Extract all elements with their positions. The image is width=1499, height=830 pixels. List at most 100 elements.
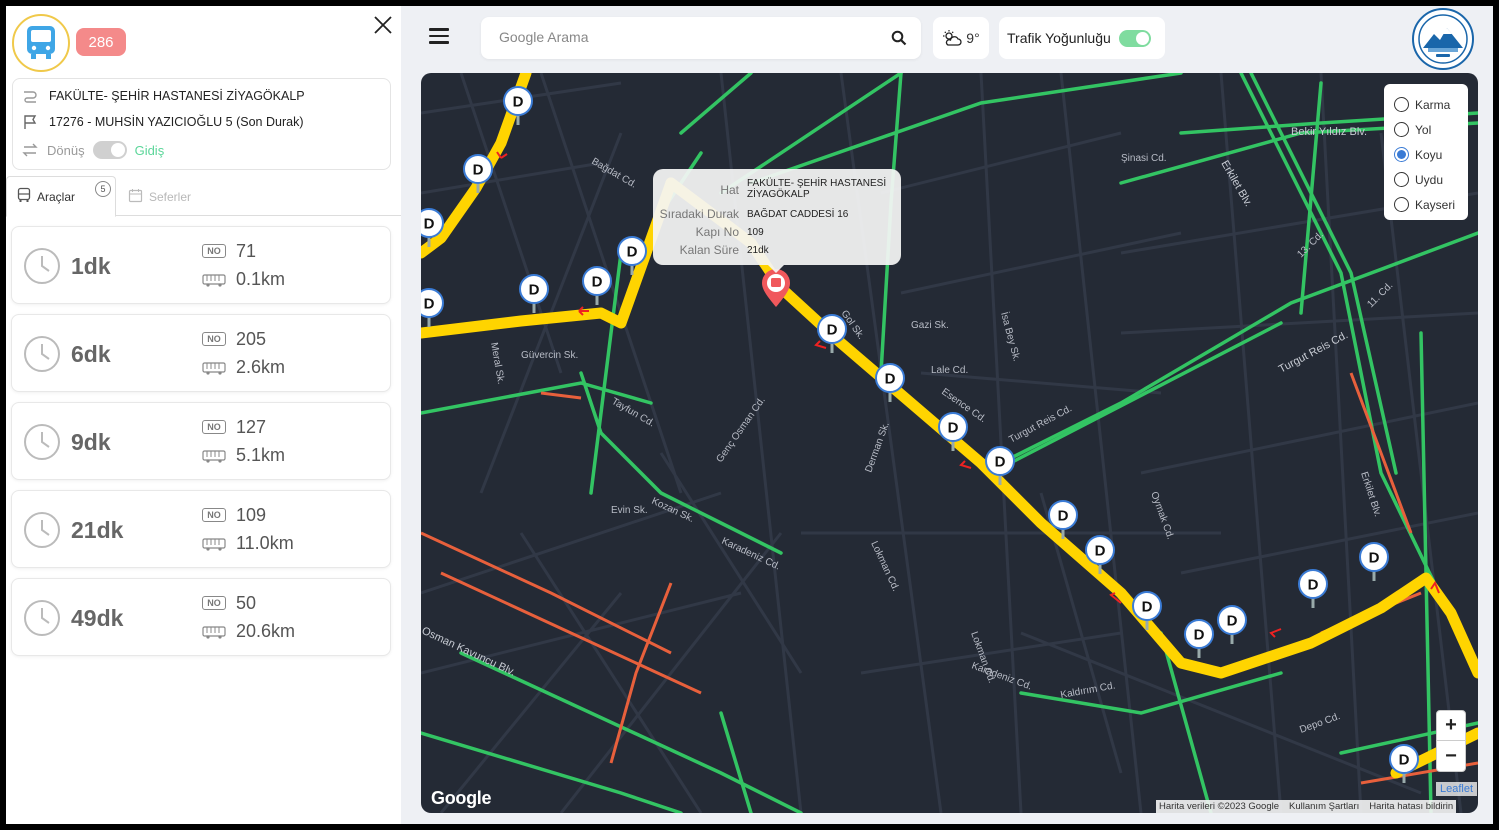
vehicle-number: 127 xyxy=(236,417,267,437)
svg-text:Bekir Yıldız Blv.: Bekir Yıldız Blv. xyxy=(1291,126,1367,138)
bus-side-icon xyxy=(202,538,226,551)
svg-text:Depo Cd.: Depo Cd. xyxy=(1298,711,1341,736)
vehicle-number-icon: NO xyxy=(202,244,226,258)
municipality-logo xyxy=(1412,8,1474,70)
vehicle-number-icon: NO xyxy=(202,508,226,522)
bus-side-icon xyxy=(202,626,226,639)
tab-vehicles-label: Araçlar xyxy=(37,189,76,204)
hamburger-menu-icon[interactable] xyxy=(429,28,449,46)
leaflet-attribution-link[interactable]: Leaflet xyxy=(1436,782,1478,796)
svg-text:D: D xyxy=(1399,752,1410,769)
map-view[interactable]: Bağdat Cd. Bekir Yıldız Blv. Şinasi Cd. … xyxy=(421,73,1478,813)
svg-text:Güvercin Sk.: Güvercin Sk. xyxy=(521,350,578,361)
layer-option-karma[interactable]: Karma xyxy=(1394,92,1468,117)
weather-temperature: 9° xyxy=(966,30,980,46)
svg-text:11. Cd.: 11. Cd. xyxy=(1365,280,1395,310)
vehicle-number: 109 xyxy=(236,505,267,525)
tab-vehicles[interactable]: Araçlar 5 xyxy=(6,176,116,217)
vehicle-number: 205 xyxy=(236,329,267,349)
svg-text:D: D xyxy=(424,216,435,233)
bus-front-icon xyxy=(17,187,31,206)
svg-text:D: D xyxy=(1369,550,1380,567)
svg-text:D: D xyxy=(424,296,435,313)
layer-option-koyu[interactable]: Koyu xyxy=(1394,142,1468,167)
vehicle-card[interactable]: 9dk NO 127 5.1km xyxy=(11,402,391,480)
layer-option-yol[interactable]: Yol xyxy=(1394,117,1468,142)
clock-icon xyxy=(24,600,60,636)
popup-hat-value: FAKÜLTE- ŞEHİR HASTANESİ ZİYAGÖKALP xyxy=(747,178,887,200)
direction-switch[interactable]: Dönüş Gidiş xyxy=(21,141,164,159)
svg-text:D: D xyxy=(513,94,524,111)
vehicle-card[interactable]: 1dk NO 71 0.1km xyxy=(11,226,391,304)
vehicle-card[interactable]: 21dk NO 109 11.0km xyxy=(11,490,391,568)
vehicle-card[interactable]: 49dk NO 50 20.6km xyxy=(11,578,391,656)
line-detail-panel: 286 FAKÜLTE- ŞEHİR HASTANESİ ZİYAGÖKALP … xyxy=(6,6,401,824)
zoom-control: + − xyxy=(1436,710,1466,772)
clock-icon xyxy=(24,336,60,372)
zoom-out-button[interactable]: − xyxy=(1437,741,1465,771)
svg-text:13. Cd.: 13. Cd. xyxy=(1295,230,1326,261)
weather-widget: 9° xyxy=(933,17,989,59)
svg-text:Şinasi Cd.: Şinasi Cd. xyxy=(1121,153,1167,164)
svg-text:D: D xyxy=(1142,599,1153,616)
svg-text:Turgut Reis Cd.: Turgut Reis Cd. xyxy=(1007,403,1074,445)
vehicle-number-icon: NO xyxy=(202,332,226,346)
route-last-stop-row: 17276 - MUHSİN YAZICIOĞLU 5 (Son Durak) xyxy=(21,114,303,130)
bus-line-icon xyxy=(12,14,70,72)
line-number-badge: 286 xyxy=(76,28,126,56)
arrival-time: 49dk xyxy=(71,605,124,631)
bus-location-marker[interactable] xyxy=(762,269,790,307)
search-bar xyxy=(481,17,921,59)
vehicle-number: 71 xyxy=(236,241,257,261)
arrival-time: 21dk xyxy=(71,517,124,543)
zoom-in-button[interactable]: + xyxy=(1437,711,1465,741)
route-line-row: FAKÜLTE- ŞEHİR HASTANESİ ZİYAGÖKALP xyxy=(21,88,305,104)
map-canvas[interactable]: Bağdat Cd. Bekir Yıldız Blv. Şinasi Cd. … xyxy=(421,73,1478,813)
vehicle-number-icon: NO xyxy=(202,420,226,434)
svg-text:Erkilet Blv.: Erkilet Blv. xyxy=(1218,159,1254,209)
direction-back-label: Dönüş xyxy=(47,142,85,158)
layer-option-kayseri[interactable]: Kayseri xyxy=(1394,192,1468,217)
stop-markers: D D D D D D D D D D D D D D D D D D D xyxy=(421,86,1419,783)
vehicle-distance: 2.6km xyxy=(236,357,286,377)
svg-text:Derman Sk.: Derman Sk. xyxy=(863,421,891,474)
app-window: 286 FAKÜLTE- ŞEHİR HASTANESİ ZİYAGÖKALP … xyxy=(6,6,1493,824)
bus-side-icon xyxy=(202,450,226,463)
popup-door-value: 109 xyxy=(747,227,764,238)
search-icon[interactable] xyxy=(891,30,907,46)
svg-text:D: D xyxy=(827,322,838,339)
terms-link[interactable]: Kullanım Şartları xyxy=(1289,801,1359,812)
vehicle-number: 50 xyxy=(236,593,257,613)
svg-text:D: D xyxy=(627,244,638,261)
svg-text:D: D xyxy=(592,274,603,291)
direction-toggle[interactable] xyxy=(92,141,127,159)
vehicle-distance: 5.1km xyxy=(236,445,286,465)
close-icon[interactable] xyxy=(370,12,396,38)
vehicle-number-icon: NO xyxy=(202,596,226,610)
svg-text:Turgut Reis Cd.: Turgut Reis Cd. xyxy=(1277,329,1350,376)
clock-icon xyxy=(24,424,60,460)
layer-option-uydu[interactable]: Uydu xyxy=(1394,167,1468,192)
bus-side-icon xyxy=(202,274,226,287)
calendar-icon xyxy=(128,188,143,206)
svg-text:D: D xyxy=(1194,627,1205,644)
svg-text:D: D xyxy=(1308,577,1319,594)
tab-trips[interactable]: Seferler xyxy=(118,176,238,217)
partly-cloudy-icon xyxy=(943,30,962,46)
route-line-name: FAKÜLTE- ŞEHİR HASTANESİ ZİYAGÖKALP xyxy=(49,89,305,103)
vehicle-card[interactable]: 6dk NO 205 2.6km xyxy=(11,314,391,392)
traffic-toggle-widget[interactable]: Trafik Yoğunluğu xyxy=(999,17,1165,59)
popup-remaining-label: Kalan Süre xyxy=(679,243,739,257)
svg-text:D: D xyxy=(529,282,540,299)
clock-icon xyxy=(24,248,60,284)
svg-text:D: D xyxy=(1095,543,1106,560)
report-error-link[interactable]: Harita hatası bildirin xyxy=(1369,801,1453,812)
map-layer-selector: Karma Yol Koyu Uydu Kayseri xyxy=(1384,84,1468,220)
search-input[interactable] xyxy=(499,29,879,45)
svg-text:Kaldırım Cd.: Kaldırım Cd. xyxy=(1060,680,1117,700)
svg-text:D: D xyxy=(473,162,484,179)
traffic-toggle[interactable] xyxy=(1118,29,1151,47)
svg-text:Lokman Cd.: Lokman Cd. xyxy=(968,630,997,684)
svg-text:Bağdat Cd.: Bağdat Cd. xyxy=(590,156,639,191)
svg-text:Meral Sk.: Meral Sk. xyxy=(488,342,506,386)
